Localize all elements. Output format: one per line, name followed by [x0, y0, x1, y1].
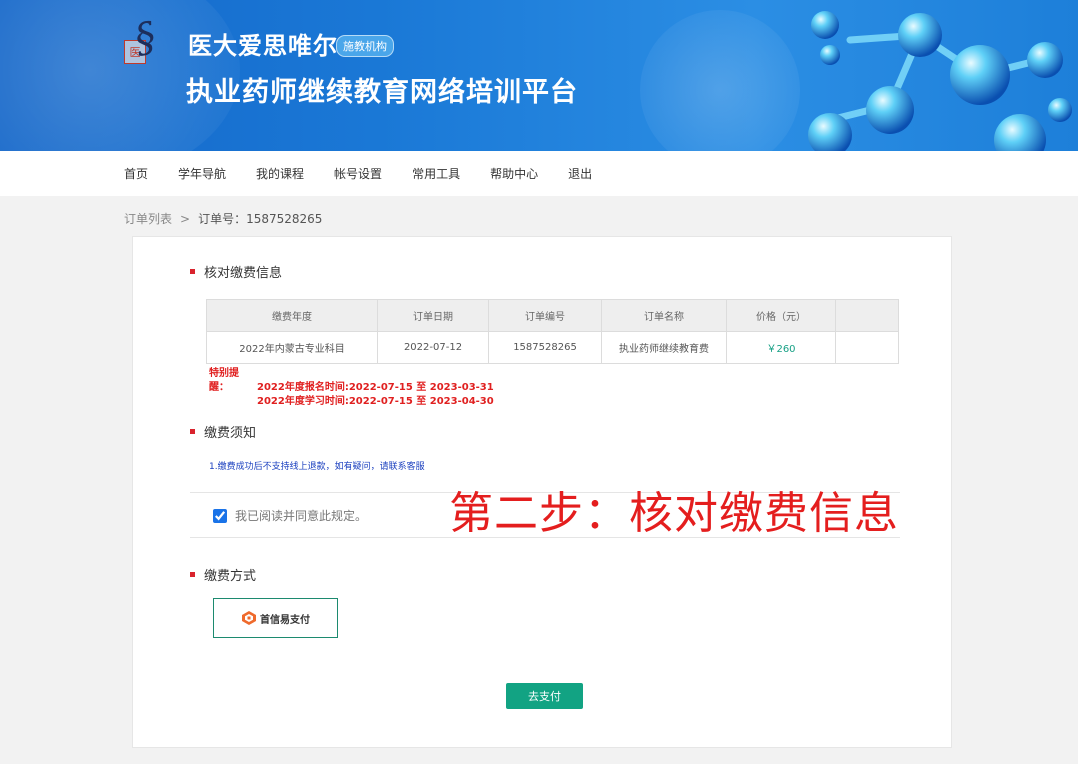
agree-row[interactable]: 我已阅读并同意此规定。 — [213, 507, 367, 524]
platform-title: 执业药师继续教育网络培训平台 — [186, 77, 578, 108]
nav-item-help[interactable]: 帮助中心 — [490, 165, 538, 182]
table-row: 2022年内蒙古专业科目 2022-07-12 1587528265 执业药师继… — [206, 331, 899, 364]
table-header-cell: 价格（元） — [726, 299, 836, 332]
nav-item-account-settings[interactable]: 帐号设置 — [334, 165, 382, 182]
nav-item-year-guide[interactable]: 学年导航 — [178, 165, 226, 182]
payease-logo-icon — [241, 610, 257, 626]
table-header-cell: 订单名称 — [601, 299, 727, 332]
table-header-cell: 订单编号 — [488, 299, 602, 332]
section-bullet-icon — [190, 269, 195, 274]
section-bullet-icon — [190, 429, 195, 434]
special-reminder: 特别提醒： 2022年度报名时间:2022-07-15 至 2023-03-31 … — [209, 367, 494, 409]
table-header-cell: 缴费年度 — [206, 299, 378, 332]
table-cell-empty — [835, 331, 899, 364]
payment-option-shouxinyi[interactable]: 首信易支付 — [213, 598, 338, 638]
breadcrumb: 订单列表 > 订单号：1587528265 — [124, 210, 322, 227]
go-pay-button[interactable]: 去支付 — [506, 683, 583, 709]
table-cell-date: 2022-07-12 — [377, 331, 489, 364]
section-verify-title: 核对缴费信息 — [204, 266, 283, 281]
table-header-row: 缴费年度 订单日期 订单编号 订单名称 价格（元） — [206, 299, 899, 332]
section-payment-heading: 缴费方式 — [190, 565, 256, 584]
table-cell-order-name: 执业药师继续教育费 — [601, 331, 727, 364]
nav-item-home[interactable]: 首页 — [124, 165, 148, 182]
nav-item-tools[interactable]: 常用工具 — [412, 165, 460, 182]
section-notice-title: 缴费须知 — [204, 426, 257, 441]
section-verify-heading: 核对缴费信息 — [190, 262, 282, 281]
table-header-cell — [835, 299, 899, 332]
reminder-line-2: 2022年度学习时间:2022-07-15 至 2023-04-30 — [257, 396, 494, 407]
order-panel: 核对缴费信息 缴费年度 订单日期 订单编号 订单名称 价格（元） 2022年内蒙… — [132, 236, 952, 748]
brand-badge: 施教机构 — [336, 35, 394, 57]
main-nav: 首页 学年导航 我的课程 帐号设置 常用工具 帮助中心 退出 — [0, 151, 1078, 196]
table-cell-price: ￥260 — [726, 331, 836, 364]
breadcrumb-order-list-link[interactable]: 订单列表 — [124, 212, 172, 226]
section-bullet-icon — [190, 572, 195, 577]
nav-item-my-courses[interactable]: 我的课程 — [256, 165, 304, 182]
table-header-cell: 订单日期 — [377, 299, 489, 332]
notice-text: 1.缴费成功后不支持线上退款，如有疑问，请联系客服 — [209, 462, 425, 472]
nav-item-logout[interactable]: 退出 — [568, 165, 592, 182]
reminder-line-1: 2022年度报名时间:2022-07-15 至 2023-03-31 — [257, 382, 494, 393]
reminder-label: 特别提醒： — [209, 368, 239, 393]
section-notice-heading: 缴费须知 — [190, 422, 256, 441]
agree-label: 我已阅读并同意此规定。 — [235, 509, 368, 523]
section-payment-title: 缴费方式 — [204, 569, 257, 584]
breadcrumb-current: 订单号：1587528265 — [198, 212, 323, 226]
agree-checkbox[interactable] — [213, 508, 227, 523]
step-overlay-text: 第二步：核对缴费信息 — [449, 488, 899, 539]
breadcrumb-separator: > — [180, 212, 191, 226]
table-cell-year: 2022年内蒙古专业科目 — [206, 331, 378, 364]
molecule-decoration-icon — [808, 11, 1072, 151]
header-banner: 医 § 医大爱思唯尔 施教机构 执业药师继续教育网络培训平台 — [0, 0, 1078, 151]
payment-option-label: 首信易支付 — [260, 614, 310, 626]
order-info-table: 缴费年度 订单日期 订单编号 订单名称 价格（元） 2022年内蒙古专业科目 2… — [206, 299, 899, 364]
table-cell-order-no: 1587528265 — [488, 331, 602, 364]
brand-name: 医大爱思唯尔 — [188, 31, 338, 60]
